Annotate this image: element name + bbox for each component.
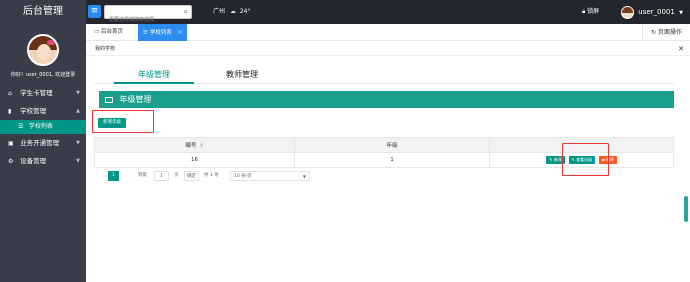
sidebar-item-school-list[interactable]: ☰ 学校列表 <box>0 120 86 134</box>
briefcase-icon: ▣ <box>8 140 14 147</box>
app-window: 后台管理 ≡ ⌕ 广州 ☁ 24° 🔒︎ 锁屏 user_0001 ▼ 你好！u… <box>0 0 690 282</box>
page-size-value: 10 条/页 <box>234 174 252 179</box>
main-content: 年级管理 教师管理 · 年级管理 新增年级 编号⇕ 年级 16 <box>86 56 686 282</box>
cell-id: 16 <box>94 152 295 168</box>
page-ops-button[interactable]: ↻ 页面操作 <box>642 24 690 41</box>
tab-school-list[interactable]: ☰ 学校列表 × <box>138 24 188 41</box>
tab-home[interactable]: ▭ 后台首页 <box>89 24 128 41</box>
tab-label: 后台首页 <box>100 29 123 35</box>
user-menu[interactable]: user_0001 ▼ <box>621 0 683 24</box>
lock-label: 锁屏 <box>587 8 600 15</box>
confirm-button[interactable]: 确定 <box>184 171 199 181</box>
weather-city: 广州 <box>213 8 226 15</box>
top-bar: 后台管理 ≡ ⌕ 广州 ☁ 24° 🔒︎ 锁屏 user_0001 ▼ <box>0 0 690 26</box>
breadcrumb: 我的学校 <box>95 46 116 52</box>
panel-header: · 年级管理 <box>99 91 674 108</box>
edit-label: 修改 <box>553 157 562 162</box>
breadcrumb-bar: 我的学校 ✕ <box>86 42 690 56</box>
avatar <box>621 5 634 19</box>
sidebar-item-school[interactable]: ▮ 学校管理 ▲ <box>0 102 86 120</box>
welcome-text: 你好！user_0001, 欢迎登录 <box>10 72 76 78</box>
close-icon[interactable]: ✕ <box>678 42 684 56</box>
monitor-icon: ▭ <box>94 29 100 35</box>
gears-icon: ⚙ <box>8 158 14 165</box>
caret-up-icon: ▲ <box>76 108 80 114</box>
sidebar-item-label: 学校列表 <box>28 123 53 130</box>
home-icon: ⌂ <box>8 90 12 97</box>
sidebar-item-label: 设备管理 <box>20 157 47 165</box>
sidebar-item-label: 学生卡管理 <box>20 89 53 97</box>
sidebar-item-student-card[interactable]: ⌂ 学生卡管理 ▼ <box>0 84 86 102</box>
cell-grade: 1 <box>294 152 490 168</box>
panel-icon: · <box>105 96 113 103</box>
caret-down-icon: ▼ <box>76 90 80 96</box>
column-header-grade: 年级 <box>294 137 490 153</box>
column-header-label: 编号 <box>185 143 197 149</box>
scrollbar-thumb[interactable] <box>684 196 688 222</box>
sidebar-item-devices[interactable]: ⚙ 设备管理 ▼ <box>0 152 86 170</box>
caret-down-icon: ▼ <box>679 10 683 16</box>
annotation-highlight-box <box>92 110 154 133</box>
close-icon[interactable]: × <box>177 29 182 36</box>
sidebar: 你好！user_0001, 欢迎登录 ⌂ 学生卡管理 ▼ ▮ 学校管理 ▲ ☰ … <box>0 24 86 282</box>
search-box[interactable]: ⌕ <box>104 5 192 26</box>
lock-icon: 🔒︎ <box>582 8 586 15</box>
caret-down-icon: ▼ <box>302 174 306 179</box>
brand-title: 后台管理 <box>0 0 86 24</box>
username: user_0001 <box>638 8 675 16</box>
sidebar-item-label: 学校管理 <box>20 107 47 115</box>
sidebar-item-label: 业务开通管理 <box>20 139 60 147</box>
caret-down-icon: ▼ <box>76 158 80 164</box>
next-page-icon[interactable]: › <box>124 171 132 181</box>
page-unit: 页 <box>174 173 179 178</box>
sidebar-nav: ⌂ 学生卡管理 ▼ ▮ 学校管理 ▲ ☰ 学校列表 ▣ 业务开通管理 ▼ ⚙ 设… <box>0 84 86 170</box>
lock-screen-button[interactable]: 🔒︎ 锁屏 <box>582 0 599 24</box>
tab-label: 学校列表 <box>149 30 172 36</box>
prev-page-icon[interactable]: ‹ <box>96 171 106 181</box>
sidebar-item-business[interactable]: ▣ 业务开通管理 ▼ <box>0 134 86 152</box>
panel-title: 年级管理 <box>119 95 152 104</box>
sort-icon[interactable]: ⇕ <box>199 143 203 149</box>
page-current[interactable]: 1 <box>108 171 119 181</box>
search-icon[interactable]: ⌕ <box>184 7 188 17</box>
list-icon: ☰ <box>18 123 24 130</box>
cloud-icon: ☁ <box>229 8 236 15</box>
page-input[interactable]: 1 <box>154 171 169 181</box>
list-icon: ☰ <box>143 30 148 36</box>
annotation-highlight-box <box>562 143 609 176</box>
tab-teacher-management[interactable]: 教师管理 <box>202 68 282 84</box>
hamburger-icon[interactable]: ≡ <box>88 5 101 18</box>
bookmark-icon: ▮ <box>8 108 12 115</box>
refresh-icon: ↻ <box>651 29 657 36</box>
caret-down-icon: ▼ <box>76 140 80 146</box>
sub-tab-bar: 年级管理 教师管理 <box>94 68 674 84</box>
page-ops-label: 页面操作 <box>657 29 682 36</box>
profile-avatar <box>27 34 59 66</box>
tab-bar: ▭ 后台首页 ☰ 学校列表 × ↻ 页面操作 <box>86 24 690 41</box>
page-size-select[interactable]: 10 条/页 ▼ <box>230 171 310 181</box>
weather-widget: 广州 ☁ 24° <box>213 0 251 24</box>
column-header-id[interactable]: 编号 ⇕ <box>94 137 295 153</box>
total-count: 共 1 条 <box>204 173 219 178</box>
goto-label: 到第 <box>138 173 147 178</box>
tab-grade-management[interactable]: 年级管理 <box>114 68 194 84</box>
pencil-icon: ✎ <box>549 157 553 162</box>
weather-temp: 24° <box>239 8 251 15</box>
